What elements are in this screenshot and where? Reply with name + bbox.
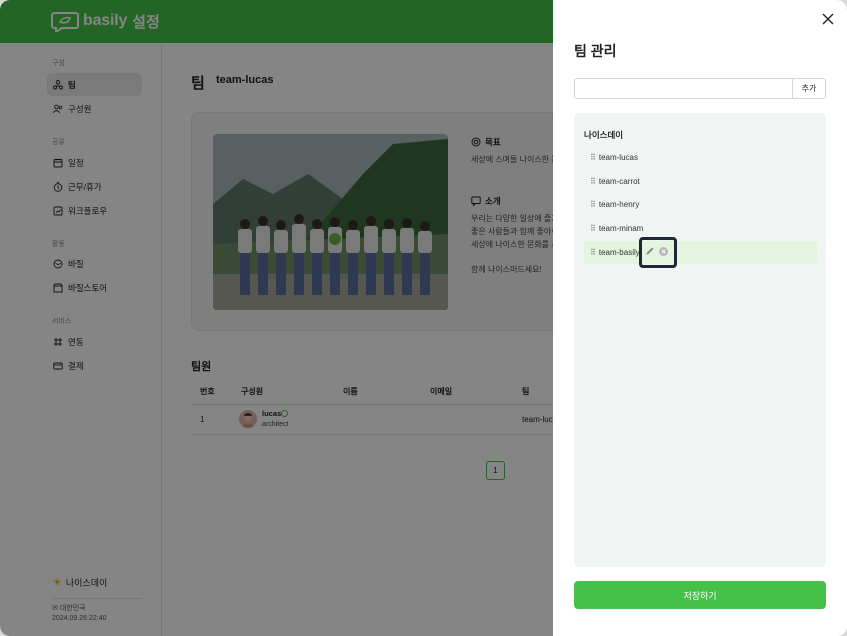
team-item-label: team-basily (598, 248, 640, 257)
drag-handle-icon[interactable]: ⠿ (590, 153, 596, 162)
team-management-drawer: 팀 관리 추가 나이스데이 ⠿ team-lucas ⠿ team-carrot… (553, 0, 847, 636)
drag-handle-icon[interactable]: ⠿ (590, 248, 596, 257)
org-name: 나이스데이 (584, 130, 624, 140)
team-list-item-active[interactable]: ⠿ team-basily (584, 241, 817, 264)
team-list-item[interactable]: ⠿ team-lucas (584, 146, 817, 169)
team-item-label: team-henry (598, 200, 640, 209)
modal-overlay[interactable] (0, 0, 553, 636)
save-button[interactable]: 저장하기 (574, 581, 826, 609)
team-item-label: team-minam (598, 224, 644, 233)
drag-handle-icon[interactable]: ⠿ (590, 224, 596, 233)
team-item-label: team-lucas (598, 153, 638, 162)
drag-handle-icon[interactable]: ⠿ (590, 177, 596, 186)
team-list-item[interactable]: ⠿ team-carrot (584, 170, 817, 193)
highlight-box (639, 237, 677, 268)
close-icon[interactable] (821, 12, 835, 26)
drawer-title: 팀 관리 (574, 43, 617, 59)
team-item-label: team-carrot (598, 177, 640, 186)
team-name-input[interactable] (574, 78, 792, 99)
team-list-panel: 나이스데이 ⠿ team-lucas ⠿ team-carrot ⠿ team-… (574, 113, 826, 567)
drag-handle-icon[interactable]: ⠿ (590, 200, 596, 209)
team-list-item[interactable]: ⠿ team-minam (584, 217, 817, 240)
add-team-button[interactable]: 추가 (792, 78, 826, 99)
team-list-item[interactable]: ⠿ team-henry (584, 193, 817, 216)
